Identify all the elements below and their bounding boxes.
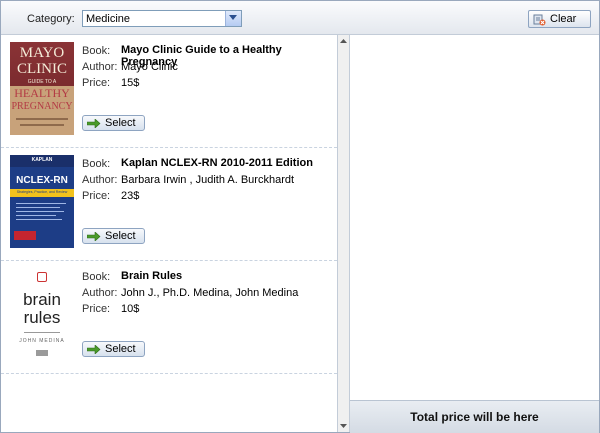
list-scrollbar[interactable] [338,35,350,432]
app-window: Category: Medicine Clear MAYO CLINIC GUI… [0,0,600,433]
book-cover-image: brain rules JOHN MEDINA [10,268,74,361]
arrow-right-icon [86,344,101,357]
book-field-label: Book: [82,271,111,283]
list-item: brain rules JOHN MEDINA Book: Brain Rule… [1,261,337,374]
category-value: Medicine [86,13,131,25]
book-list: MAYO CLINIC GUIDE TO A HEALTHY PREGNANCY… [1,35,338,432]
clear-icon [533,13,546,29]
scroll-up-icon[interactable] [339,37,348,46]
cover-title-line: MAYO [19,45,65,61]
select-button[interactable]: Select [82,228,145,244]
cover-title-line: CLINIC [17,61,67,77]
cover-title-line: NCLEX-RN [16,175,68,186]
cover-subtitle-line: GUIDE TO A [27,79,57,85]
book-field-label: Book: [82,158,111,170]
book-cover-image: MAYO CLINIC GUIDE TO A HEALTHY PREGNANCY [10,42,74,135]
price-field-label: Price: [82,190,111,202]
clear-label: Clear [550,13,577,25]
arrow-right-icon [86,118,101,131]
book-author: John J., Ph.D. Medina, John Medina [121,287,299,299]
cover-title-line: HEALTHY [14,86,70,100]
book-price: 23$ [121,190,140,202]
price-field-label: Price: [82,77,111,89]
cover-title-line: PREGNANCY [11,101,73,112]
toolbar: Category: Medicine Clear [1,1,599,35]
book-price: 10$ [121,303,140,315]
book-field-label: Book: [82,45,111,57]
book-title: Brain Rules [121,270,183,282]
cover-title-line: rules [23,308,61,327]
author-field-label: Author: [82,61,118,73]
list-item: MAYO CLINIC GUIDE TO A HEALTHY PREGNANCY… [1,35,337,148]
scroll-down-icon[interactable] [339,421,348,430]
book-price: 15$ [121,77,140,89]
total-price-bar: Total price will be here [350,400,599,433]
book-title: Kaplan NCLEX-RN 2010-2011 Edition [121,157,313,169]
select-label: Select [105,343,136,355]
dropdown-arrow-icon[interactable] [225,11,241,26]
arrow-right-icon [86,231,101,244]
cover-brand: KAPLAN [31,157,53,163]
list-item: KAPLAN NCLEX-RN Strategies, Practice, an… [1,148,337,261]
cover-subtitle-line: Strategies, Practice, and Review [16,190,68,194]
cover-author: JOHN MEDINA [19,338,65,344]
category-label: Category: [27,13,75,25]
book-author: Mayo Clinic [121,61,178,73]
category-dropdown[interactable]: Medicine [82,10,242,27]
author-field-label: Author: [82,174,118,186]
clear-button[interactable]: Clear [528,10,591,28]
cart-panel [350,35,599,432]
select-button[interactable]: Select [82,341,145,357]
select-label: Select [105,117,136,129]
select-button[interactable]: Select [82,115,145,131]
select-label: Select [105,230,136,242]
price-field-label: Price: [82,303,111,315]
cover-title-line: brain [23,290,61,309]
author-field-label: Author: [82,287,118,299]
book-author: Barbara Irwin , Judith A. Burckhardt [121,174,295,186]
book-cover-image: KAPLAN NCLEX-RN Strategies, Practice, an… [10,155,74,248]
